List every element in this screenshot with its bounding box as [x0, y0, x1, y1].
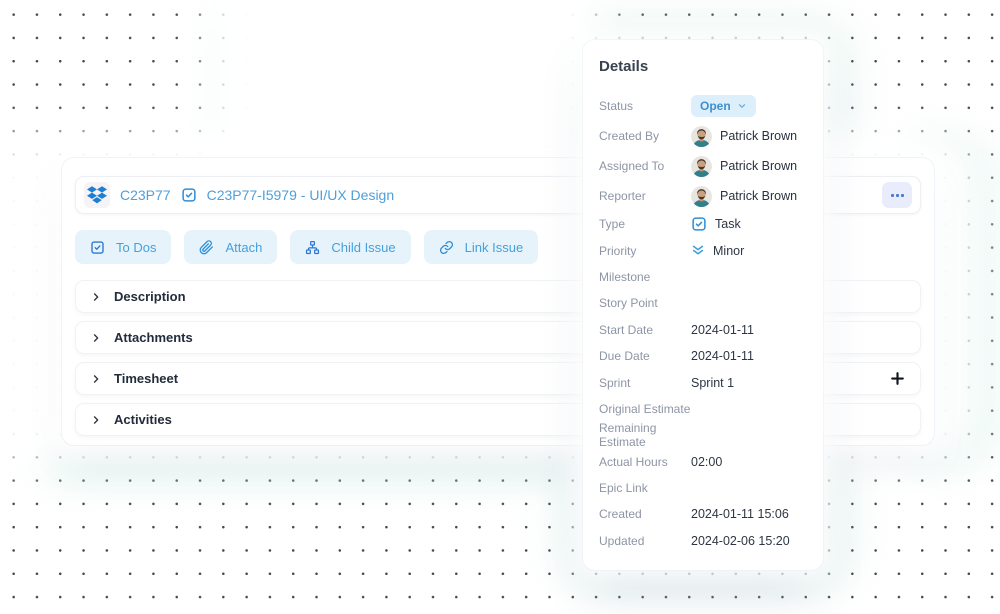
- field-label: Remaining Estimate: [599, 421, 691, 449]
- more-actions-button[interactable]: [882, 182, 912, 208]
- chevron-right-icon: [91, 292, 101, 302]
- details-field-epic-link: Epic Link: [599, 475, 807, 501]
- toolbar-button-attach[interactable]: Attach: [184, 230, 277, 264]
- toolbar-button-to-dos[interactable]: To Dos: [75, 230, 171, 264]
- chevron-right-icon: [91, 415, 101, 425]
- toolbar-button-label: Child Issue: [331, 240, 395, 255]
- avatar: [691, 156, 712, 177]
- details-field-created-by: Created By Patrick Brown: [599, 121, 807, 151]
- text-value: 2024-01-11 15:06: [691, 507, 789, 521]
- details-field-actual-hours: Actual Hours02:00: [599, 449, 807, 475]
- text-value: Sprint 1: [691, 376, 734, 390]
- chevron-down-icon: [737, 101, 747, 111]
- link-issue-icon: [439, 240, 454, 255]
- section-label: Activities: [114, 412, 172, 427]
- text-value: 02:00: [691, 455, 722, 469]
- details-field-milestone: Milestone: [599, 264, 807, 290]
- details-field-type: Type Task: [599, 211, 807, 237]
- field-label: Type: [599, 217, 691, 231]
- field-label: Created: [599, 507, 691, 521]
- task-icon: [181, 187, 197, 203]
- field-label: Updated: [599, 534, 691, 548]
- attach-icon: [199, 240, 214, 255]
- field-value: 2024-01-11: [691, 323, 754, 337]
- field-value: Task: [691, 216, 741, 232]
- details-panel: Details Status Open Created By Patrick Brow…: [583, 40, 823, 570]
- field-label: Status: [599, 99, 691, 113]
- field-value: 2024-01-11 15:06: [691, 507, 789, 521]
- details-field-sprint: SprintSprint 1: [599, 369, 807, 395]
- child-issue-icon: [305, 240, 320, 255]
- user-name: Patrick Brown: [720, 189, 797, 203]
- priority-minor-icon: [691, 244, 705, 257]
- field-value: 02:00: [691, 455, 722, 469]
- plus-icon: [890, 371, 905, 386]
- details-field-remaining-estimate: Remaining Estimate: [599, 422, 807, 448]
- details-field-story-point: Story Point: [599, 290, 807, 316]
- details-field-updated: Updated2024-02-06 15:20: [599, 528, 807, 554]
- details-field-created: Created2024-01-11 15:06: [599, 501, 807, 527]
- field-label: Actual Hours: [599, 455, 691, 469]
- task-icon: [691, 216, 707, 232]
- details-field-assigned-to: Assigned To Patrick Brown: [599, 151, 807, 181]
- status-badge-label: Open: [700, 99, 731, 113]
- text-value: 2024-01-11: [691, 349, 754, 363]
- field-label: Story Point: [599, 296, 691, 310]
- field-label: Epic Link: [599, 481, 691, 495]
- type-value: Task: [715, 217, 741, 231]
- avatar: [691, 186, 712, 207]
- text-value: 2024-01-11: [691, 323, 754, 337]
- details-panel-title: Details: [599, 58, 807, 75]
- field-value: 2024-02-06 15:20: [691, 534, 790, 548]
- toolbar-button-label: Attach: [225, 240, 262, 255]
- section-label: Attachments: [114, 330, 193, 345]
- field-label: Created By: [599, 129, 691, 143]
- text-value: 2024-02-06 15:20: [691, 534, 790, 548]
- details-field-status: Status Open: [599, 91, 807, 121]
- details-field-list: StatusOpenCreated ByPatrick BrownAssigne…: [599, 91, 807, 554]
- priority-value: Minor: [713, 244, 744, 258]
- field-value: Patrick Brown: [691, 186, 797, 207]
- section-label: Timesheet: [114, 371, 178, 386]
- user-name: Patrick Brown: [720, 129, 797, 143]
- issue-title-link[interactable]: C23P77-I5979 - UI/UX Design: [207, 187, 395, 203]
- details-field-start-date: Start Date2024-01-11: [599, 317, 807, 343]
- field-value: Open: [691, 95, 756, 117]
- field-label: Milestone: [599, 270, 691, 284]
- details-field-original-estimate: Original Estimate: [599, 396, 807, 422]
- field-label: Start Date: [599, 323, 691, 337]
- user-name: Patrick Brown: [720, 159, 797, 173]
- dropbox-icon: [87, 186, 107, 204]
- field-value: 2024-01-11: [691, 349, 754, 363]
- todos-checkbox-icon: [90, 240, 105, 255]
- chevron-right-icon: [91, 374, 101, 384]
- toolbar-button-label: Link Issue: [465, 240, 524, 255]
- toolbar-button-label: To Dos: [116, 240, 156, 255]
- field-label: Due Date: [599, 349, 691, 363]
- field-value: Sprint 1: [691, 376, 734, 390]
- field-label: Assigned To: [599, 159, 691, 173]
- status-badge[interactable]: Open: [691, 95, 756, 117]
- avatar: [691, 126, 712, 147]
- field-value: Patrick Brown: [691, 156, 797, 177]
- field-label: Priority: [599, 244, 691, 258]
- details-field-reporter: Reporter Patrick Brown: [599, 181, 807, 211]
- ellipsis-icon: [890, 194, 905, 197]
- field-label: Reporter: [599, 189, 691, 203]
- field-label: Sprint: [599, 376, 691, 390]
- add-timesheet-button[interactable]: [890, 371, 905, 386]
- field-value: Patrick Brown: [691, 126, 797, 147]
- details-field-priority: Priority Minor: [599, 237, 807, 263]
- toolbar-button-child-issue[interactable]: Child Issue: [290, 230, 410, 264]
- field-value: Minor: [691, 244, 744, 258]
- field-label: Original Estimate: [599, 402, 691, 416]
- project-icon-wrap: [84, 182, 110, 208]
- chevron-right-icon: [91, 333, 101, 343]
- project-key-link[interactable]: C23P77: [120, 187, 171, 203]
- section-label: Description: [114, 289, 186, 304]
- details-field-due-date: Due Date2024-01-11: [599, 343, 807, 369]
- toolbar-button-link-issue[interactable]: Link Issue: [424, 230, 539, 264]
